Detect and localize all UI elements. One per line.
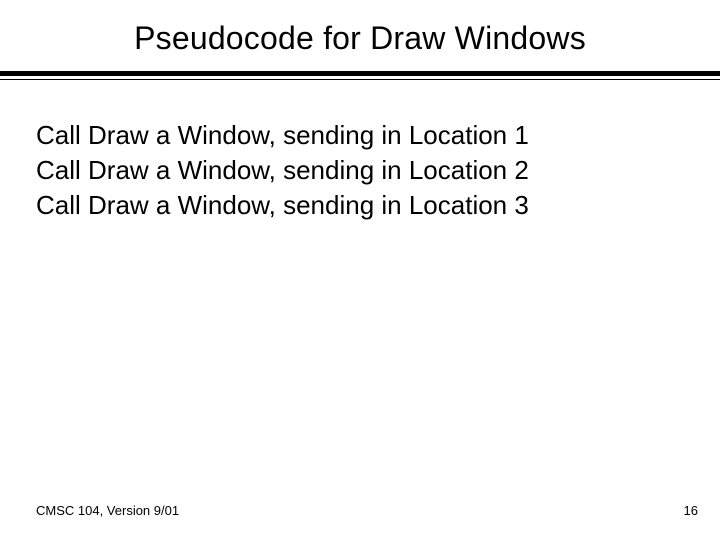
pseudocode-line: Call Draw a Window, sending in Location … xyxy=(36,188,684,223)
title-wrap: Pseudocode for Draw Windows xyxy=(0,0,720,57)
slide-body: Call Draw a Window, sending in Location … xyxy=(0,80,720,223)
divider xyxy=(0,71,720,80)
slide: Pseudocode for Draw Windows Call Draw a … xyxy=(0,0,720,540)
slide-title: Pseudocode for Draw Windows xyxy=(0,20,720,57)
divider-thick xyxy=(0,71,720,76)
footer-left: CMSC 104, Version 9/01 xyxy=(36,503,179,518)
footer-right-page-number: 16 xyxy=(684,503,698,518)
pseudocode-line: Call Draw a Window, sending in Location … xyxy=(36,153,684,188)
pseudocode-line: Call Draw a Window, sending in Location … xyxy=(36,118,684,153)
